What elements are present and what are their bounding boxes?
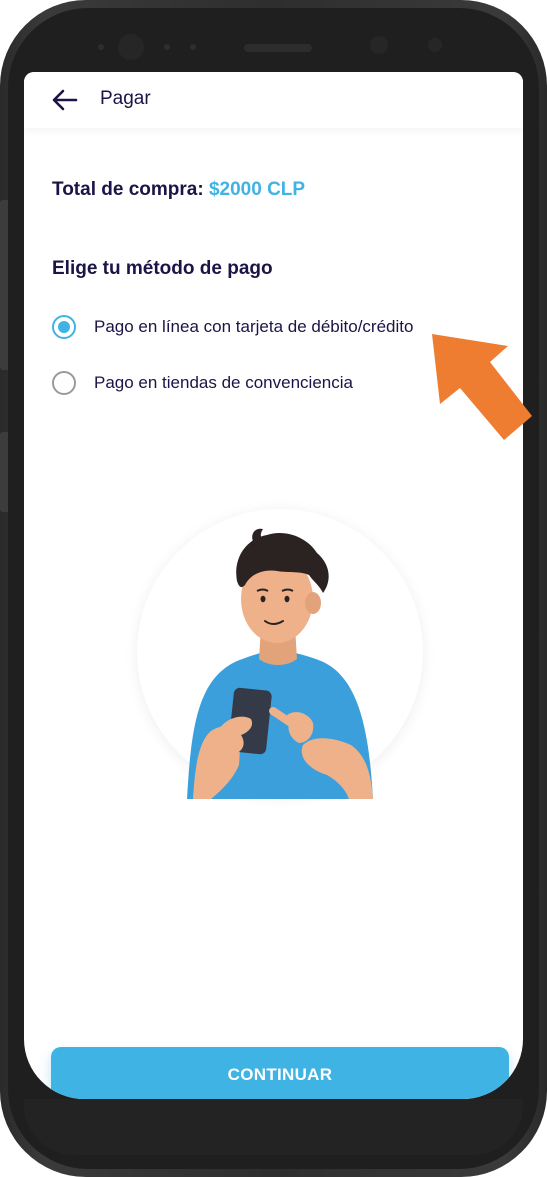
page-title: Pagar <box>100 88 151 109</box>
orange-arrow-icon <box>432 334 532 440</box>
sensor-dot <box>98 44 104 50</box>
sensor-dot <box>190 44 196 50</box>
person-with-phone-illustration <box>187 528 373 799</box>
app-bar: Pagar <box>24 72 523 128</box>
option-online-label: Pago en línea con tarjeta de débito/créd… <box>94 317 414 336</box>
continue-button[interactable]: CONTINUAR <box>51 1047 509 1099</box>
payment-option-online[interactable]: Pago en línea con tarjeta de débito/créd… <box>52 312 413 342</box>
purchase-total: Total de compra: $2000 CLP <box>52 179 305 201</box>
arrow-left-icon[interactable] <box>52 88 78 112</box>
payment-option-store[interactable]: Pago en tiendas de convenciencia <box>52 368 353 398</box>
proximity-sensor <box>370 36 388 54</box>
phone-frame: Pagar Total de compra: $2000 CLP Elige t… <box>0 0 547 1177</box>
app-screen: Pagar Total de compra: $2000 CLP Elige t… <box>24 72 523 1099</box>
radio-online-card[interactable] <box>52 315 76 339</box>
volume-button <box>0 200 8 370</box>
total-label: Total de compra: <box>52 179 204 200</box>
payment-method-title: Elige tu método de pago <box>52 258 273 279</box>
total-amount: $2000 CLP <box>208 179 306 200</box>
power-button <box>0 432 8 512</box>
light-sensor <box>428 38 442 52</box>
front-camera <box>118 34 144 60</box>
speaker-grille <box>244 44 312 52</box>
option-store-label: Pago en tiendas de convenciencia <box>94 373 353 392</box>
sensor-dot <box>164 44 170 50</box>
phone-bottom-bezel <box>24 1099 523 1155</box>
radio-convenience-store[interactable] <box>52 371 76 395</box>
